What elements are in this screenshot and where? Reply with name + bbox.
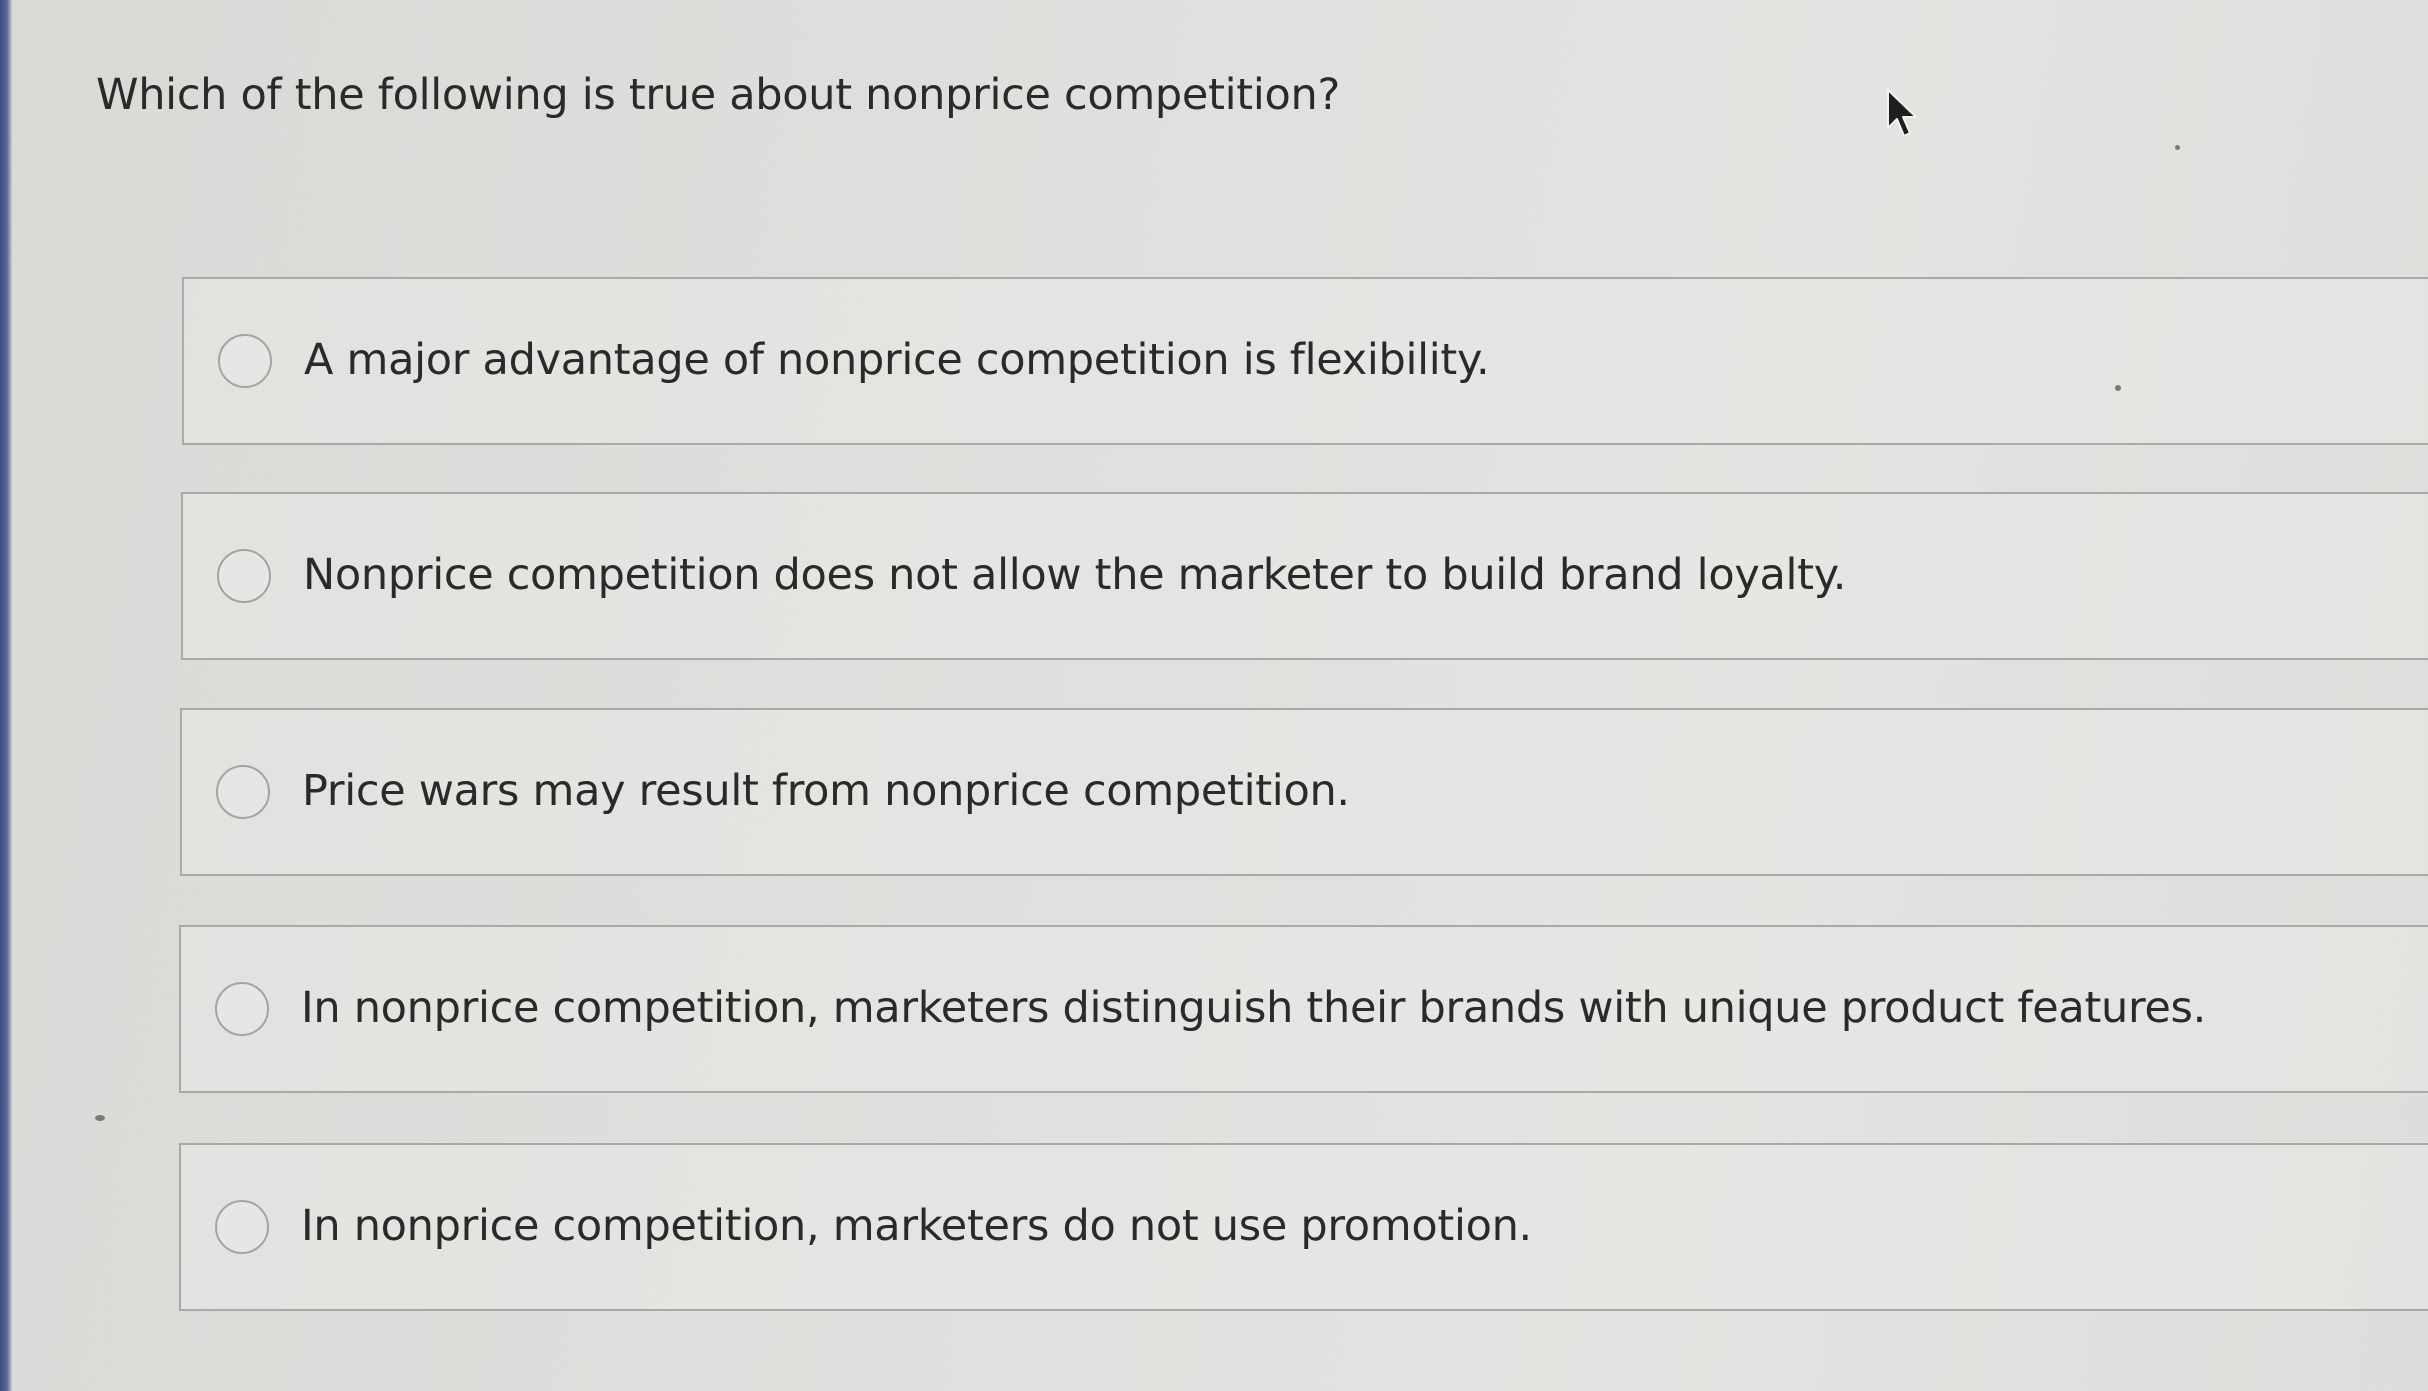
screen-speck — [2115, 385, 2121, 391]
answer-option-d[interactable]: In nonprice competition, marketers disti… — [179, 925, 2428, 1093]
answer-option-a[interactable]: A major advantage of nonprice competitio… — [182, 277, 2428, 445]
screen-speck — [2175, 145, 2180, 150]
answer-option-label: In nonprice competition, marketers disti… — [301, 983, 2207, 1033]
window-left-edge — [0, 0, 12, 1391]
answer-option-label: In nonprice competition, marketers do no… — [301, 1201, 1532, 1251]
mouse-pointer-icon — [1887, 89, 1917, 137]
answer-option-label: Price wars may result from nonprice comp… — [302, 766, 1350, 816]
radio-unselected-icon[interactable] — [218, 334, 272, 388]
answer-option-c[interactable]: Price wars may result from nonprice comp… — [180, 708, 2428, 876]
radio-unselected-icon[interactable] — [215, 982, 269, 1036]
answer-option-label: Nonprice competition does not allow the … — [303, 550, 1847, 600]
radio-unselected-icon[interactable] — [215, 1200, 269, 1254]
answer-option-label: A major advantage of nonprice competitio… — [304, 335, 1490, 385]
screen-speck — [95, 1115, 105, 1121]
radio-unselected-icon[interactable] — [216, 765, 270, 819]
answer-option-e[interactable]: In nonprice competition, marketers do no… — [179, 1143, 2428, 1311]
question-text: Which of the following is true about non… — [96, 70, 1340, 120]
radio-unselected-icon[interactable] — [217, 549, 271, 603]
answer-option-b[interactable]: Nonprice competition does not allow the … — [181, 492, 2428, 660]
